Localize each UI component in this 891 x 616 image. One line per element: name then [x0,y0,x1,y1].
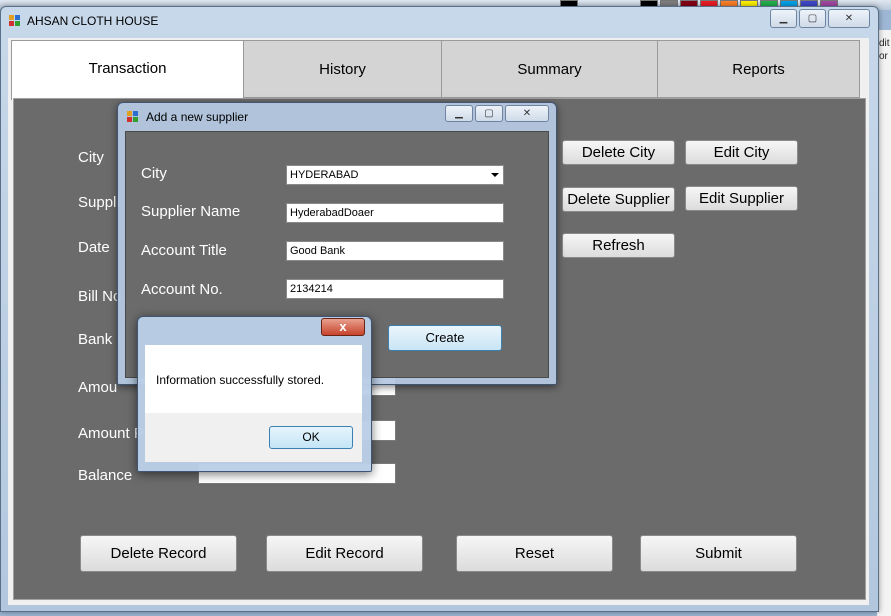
bank-label: Bank [78,331,113,348]
balance-label: Balance [78,467,133,484]
date-label: Date [78,239,110,256]
dialog-title: Add a new supplier [146,110,249,124]
account-title-label: Account Title [141,242,227,259]
tab-summary[interactable]: Summary [441,40,658,98]
minimize-button[interactable]: ▁ [445,105,473,122]
reset-button[interactable]: Reset [456,535,613,572]
edit-supplier-button[interactable]: Edit Supplier [685,186,798,211]
supplier-name-field[interactable]: HyderabadDoaer [286,203,504,223]
account-no-label: Account No. [141,281,223,298]
submit-button[interactable]: Submit [640,535,797,572]
delete-supplier-button[interactable]: Delete Supplier [562,187,675,212]
window-title: AHSAN CLOTH HOUSE [27,14,159,28]
supplier-label: Suppli [78,194,120,211]
minimize-button[interactable]: ▁ [770,9,797,28]
chevron-down-icon[interactable] [491,173,499,177]
tab-history[interactable]: History [243,40,442,98]
dialog-icon [127,111,139,123]
background-text: or [879,51,888,62]
close-icon[interactable]: x [321,318,365,336]
refresh-button[interactable]: Refresh [562,233,675,258]
app-icon [9,15,21,27]
background-text: dit [879,38,890,49]
close-button[interactable]: ✕ [505,105,549,122]
dialog-city-label: City [141,165,167,182]
city-dropdown[interactable]: HYDERABAD [286,165,504,185]
delete-city-button[interactable]: Delete City [562,140,675,165]
amount-label: Amou [78,379,118,396]
close-button[interactable]: ✕ [828,9,870,28]
maximize-button[interactable]: ▢ [799,9,826,28]
tab-reports[interactable]: Reports [657,40,860,98]
edit-record-button[interactable]: Edit Record [266,535,423,572]
city-label: City [78,149,104,166]
tab-transaction[interactable]: Transaction [11,40,244,100]
amount-paid-label: Amount P [78,425,144,442]
title-bar[interactable]: AHSAN CLOTH HOUSE ▁ ▢ ✕ [1,7,878,35]
city-dropdown-value: HYDERABAD [290,169,359,181]
account-no-field[interactable]: 2134214 [286,279,504,299]
supplier-name-label: Supplier Name [141,203,241,220]
edit-city-button[interactable]: Edit City [685,140,798,165]
background-app-sidebar: dit or [877,30,891,616]
message-text: Information successfully stored. [156,373,325,387]
message-footer: OK [145,413,362,462]
maximize-button[interactable]: ▢ [475,105,503,122]
delete-record-button[interactable]: Delete Record [80,535,237,572]
create-button[interactable]: Create [388,325,502,351]
message-box: x Information successfully stored. OK [137,316,372,472]
message-body: Information successfully stored. [145,345,362,413]
account-title-field[interactable]: Good Bank [286,241,504,261]
ok-button[interactable]: OK [269,426,353,449]
bill-no-label: Bill No [78,288,122,305]
